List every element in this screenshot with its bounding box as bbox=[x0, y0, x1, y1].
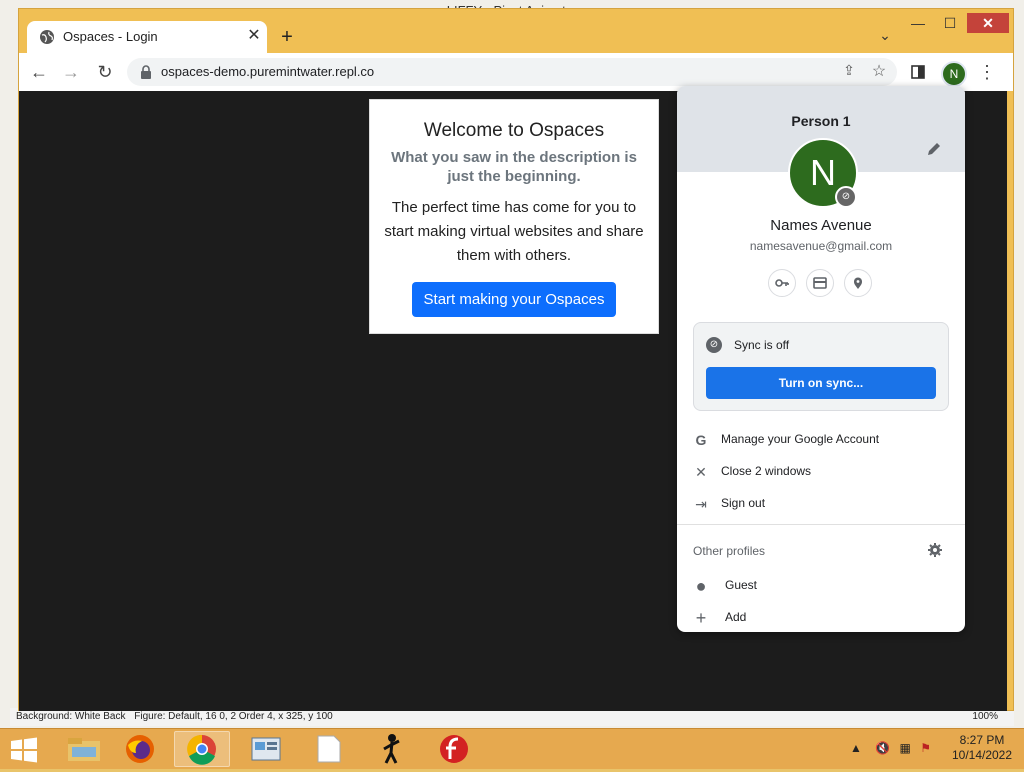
taskbar-pivot-animator-icon[interactable] bbox=[364, 731, 420, 767]
share-icon[interactable]: ⇪ bbox=[839, 62, 859, 82]
tab-search-chevron-icon[interactable]: ⌄ bbox=[875, 27, 895, 47]
add-profile-item[interactable]: + Add bbox=[677, 604, 965, 632]
sync-off-icon: ⊘ bbox=[706, 337, 722, 353]
taskbar-firefox-icon[interactable] bbox=[112, 731, 168, 767]
globe-icon bbox=[40, 30, 54, 44]
minimize-button[interactable]: — bbox=[903, 13, 933, 33]
clock-time: 8:27 PM bbox=[959, 733, 1005, 747]
edit-pencil-icon[interactable] bbox=[925, 140, 943, 158]
welcome-title: Welcome to Ospaces bbox=[423, 120, 605, 141]
new-tab-button[interactable]: + bbox=[275, 25, 299, 49]
menu-item-label: Sign out bbox=[721, 496, 766, 510]
maximize-button[interactable]: ☐ bbox=[935, 13, 965, 33]
windows-taskbar: ▲ 🔇 ▦ ⚑ 8:27 PM 10/14/2022 bbox=[0, 728, 1024, 769]
side-panel-icon[interactable] bbox=[911, 65, 925, 79]
reload-icon[interactable]: ↻ bbox=[93, 60, 117, 84]
profile-name: Person 1 bbox=[791, 113, 851, 129]
forward-arrow-icon[interactable]: → bbox=[59, 60, 83, 84]
other-profiles-heading: Other profiles bbox=[693, 544, 766, 558]
taskbar-notepad-icon[interactable] bbox=[300, 731, 356, 767]
action-center-icon[interactable]: ⚑ bbox=[920, 741, 931, 755]
menu-divider bbox=[677, 524, 965, 525]
welcome-subtitle: What you saw in the description is just … bbox=[391, 149, 637, 185]
system-tray: ▲ 🔇 ▦ ⚑ bbox=[850, 741, 931, 755]
taskbar-control-panel-icon[interactable] bbox=[238, 731, 294, 767]
taskbar-flash-icon[interactable] bbox=[426, 731, 482, 767]
account-name: Names Avenue bbox=[770, 217, 872, 234]
network-icon[interactable]: ▦ bbox=[900, 741, 911, 755]
google-icon: G bbox=[695, 432, 707, 448]
status-background: Background: White Back bbox=[16, 711, 126, 722]
guest-label: Guest bbox=[725, 578, 758, 592]
kebab-menu-icon[interactable]: ⋮ bbox=[975, 60, 999, 84]
sync-status-text: Sync is off bbox=[734, 338, 790, 352]
profile-avatar-button[interactable]: N bbox=[941, 61, 967, 87]
lock-icon bbox=[141, 65, 151, 79]
volume-muted-icon[interactable]: 🔇 bbox=[875, 741, 890, 755]
account-email: namesavenue@gmail.com bbox=[749, 239, 893, 253]
back-arrow-icon[interactable]: ← bbox=[27, 60, 51, 84]
address-bar[interactable]: ospaces-demo.puremintwater.repl.co ⇪ ☆ bbox=[127, 58, 897, 86]
turn-on-sync-button[interactable]: Turn on sync... bbox=[706, 367, 936, 399]
plus-icon: + bbox=[695, 608, 707, 628]
menu-item-label: Manage your Google Account bbox=[721, 432, 880, 446]
passwords-key-icon[interactable] bbox=[768, 269, 796, 297]
payment-card-icon[interactable] bbox=[806, 269, 834, 297]
close-icon: ✕ bbox=[695, 464, 707, 480]
start-windows-icon[interactable] bbox=[10, 737, 38, 763]
welcome-body: The perfect time has come for you to sta… bbox=[384, 199, 644, 264]
menu-item-label: Close 2 windows bbox=[721, 464, 812, 478]
tab-ospaces-login[interactable]: Ospaces - Login ✕ bbox=[27, 21, 267, 53]
taskbar-chrome-icon[interactable] bbox=[174, 731, 230, 767]
guest-profile-item[interactable]: ● Guest bbox=[677, 572, 965, 600]
manage-profiles-gear-icon[interactable] bbox=[927, 542, 943, 558]
start-making-button[interactable]: Start making your Ospaces bbox=[411, 282, 617, 317]
addresses-location-icon[interactable] bbox=[844, 269, 872, 297]
add-label: Add bbox=[725, 610, 747, 624]
bookmark-star-icon[interactable]: ☆ bbox=[869, 62, 889, 82]
sync-panel: ⊘ Sync is off Turn on sync... bbox=[693, 322, 949, 411]
tab-title: Ospaces - Login bbox=[63, 29, 158, 44]
clock-date: 10/14/2022 bbox=[951, 748, 1013, 762]
close-windows-item[interactable]: ✕ Close 2 windows bbox=[677, 458, 965, 486]
url-text: ospaces-demo.puremintwater.repl.co bbox=[161, 64, 375, 79]
guest-person-icon: ● bbox=[695, 576, 707, 596]
tab-strip: Ospaces - Login ✕ + ⌄ — ☐ ✕ bbox=[19, 9, 1013, 53]
close-window-button[interactable]: ✕ bbox=[967, 13, 1009, 33]
sign-out-icon: ⇥ bbox=[695, 496, 707, 512]
show-hidden-icons-chevron-icon[interactable]: ▲ bbox=[850, 741, 862, 755]
taskbar-file-explorer-icon[interactable] bbox=[56, 731, 112, 767]
status-figure: Figure: Default, 16 0, 2 Order 4, x 325,… bbox=[134, 711, 333, 722]
welcome-card: Welcome to Ospaces What you saw in the d… bbox=[369, 99, 659, 334]
taskbar-clock[interactable]: 8:27 PM 10/14/2022 bbox=[950, 733, 1014, 763]
sync-paused-badge-icon: ⊘ bbox=[835, 186, 857, 208]
sign-out-item[interactable]: ⇥ Sign out bbox=[677, 490, 965, 518]
profile-menu: Person 1 N ⊘ Names Avenue namesavenue@gm… bbox=[677, 86, 965, 632]
manage-google-account-item[interactable]: G Manage your Google Account bbox=[677, 426, 965, 454]
tab-close-icon[interactable]: ✕ bbox=[243, 25, 265, 47]
